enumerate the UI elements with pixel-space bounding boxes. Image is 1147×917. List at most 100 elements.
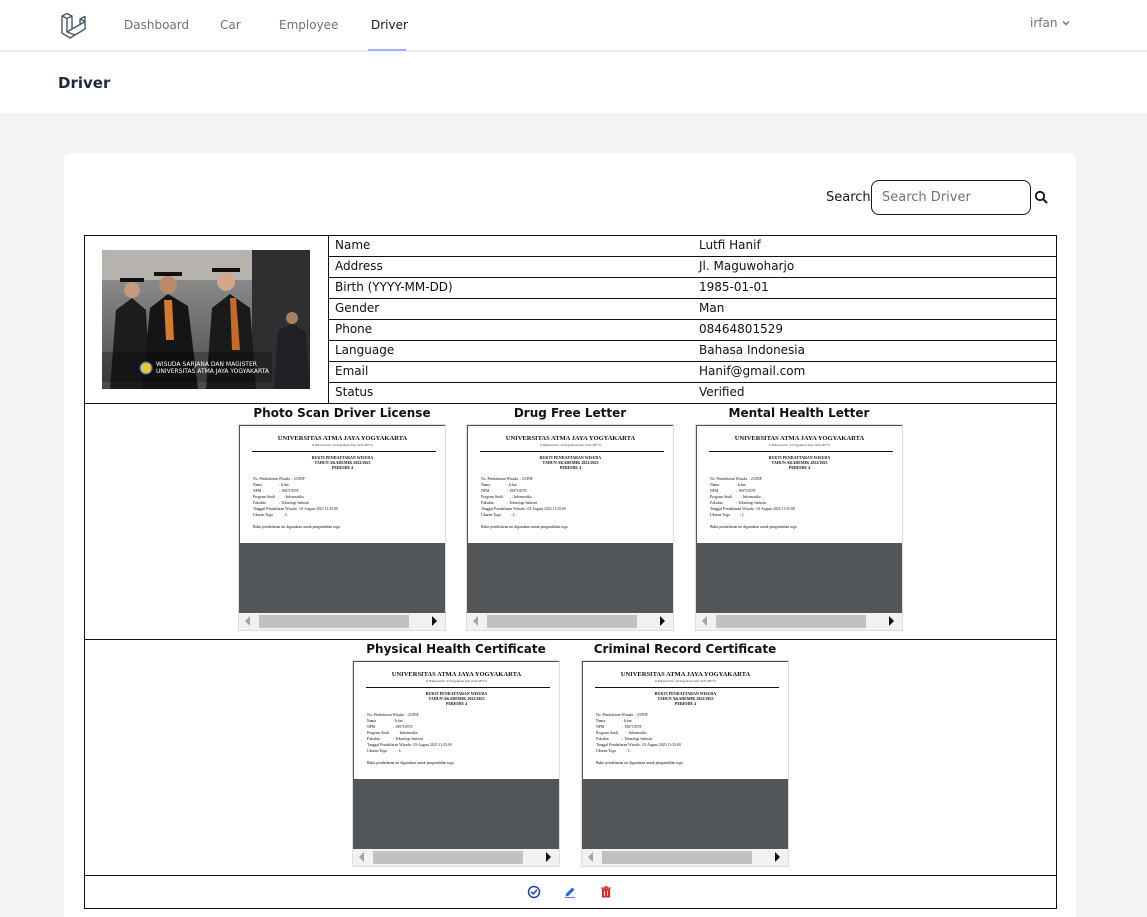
info-value: Lutfi Hanif xyxy=(699,238,761,252)
pdf-body: No. Pendaftaran Wisuda : 23/INF Nama : I… xyxy=(710,477,797,529)
scroll-left-icon[interactable] xyxy=(588,852,593,862)
info-key: Phone xyxy=(335,322,373,336)
info-row-phone: Phone 08464801529 xyxy=(328,319,1057,340)
scroll-left-icon[interactable] xyxy=(245,616,250,626)
doc-title-driver-license: Photo Scan Driver License xyxy=(253,406,431,420)
info-key: Status xyxy=(335,385,374,399)
pdf-title: BUKTI PENDAFTARAN WISUDA TAHUN AKADEMIK … xyxy=(425,691,488,706)
search-input[interactable] xyxy=(871,180,1031,215)
pdf-rule xyxy=(709,451,893,452)
pdf-subheading: Jl. Babarsari No. 44 Yogyakarta Telp. 02… xyxy=(654,679,717,683)
doc-title-drug-free: Drug Free Letter xyxy=(513,406,627,420)
info-value: Verified xyxy=(699,385,745,399)
pdf-rule xyxy=(366,687,550,688)
pdf-subheading: Jl. Babarsari No. 44 Yogyakarta Telp. 02… xyxy=(768,443,831,447)
doc-title-physical-health: Physical Health Certificate xyxy=(366,642,546,656)
pdf-rule xyxy=(480,451,664,452)
nav-link-driver[interactable]: Driver xyxy=(371,18,408,32)
pencil-icon[interactable] xyxy=(563,885,577,899)
info-value: Jl. Maguwoharjo xyxy=(699,259,795,273)
info-key: Email xyxy=(335,364,369,378)
pdf-viewer-mental-health[interactable]: UNIVERSITAS ATMA JAYA YOGYAKARTA Jl. Bab… xyxy=(695,424,903,631)
scroll-right-icon[interactable] xyxy=(546,852,551,862)
scroll-thumb[interactable] xyxy=(373,851,523,864)
scroll-thumb[interactable] xyxy=(602,851,752,864)
pdf-rule xyxy=(595,687,779,688)
info-value: Man xyxy=(699,301,725,315)
scroll-right-icon[interactable] xyxy=(889,616,894,626)
scroll-thumb[interactable] xyxy=(259,615,409,628)
info-row-name: Name Lutfi Hanif xyxy=(328,235,1057,256)
pdf-title: BUKTI PENDAFTARAN WISUDA TAHUN AKADEMIK … xyxy=(654,691,717,706)
pdf-page: UNIVERSITAS ATMA JAYA YOGYAKARTA Jl. Bab… xyxy=(697,426,902,543)
pdf-viewer-physical-health[interactable]: UNIVERSITAS ATMA JAYA YOGYAKARTA Jl. Bab… xyxy=(352,660,560,867)
info-key: Name xyxy=(335,238,371,252)
doc-title-criminal-record: Criminal Record Certificate xyxy=(593,642,777,656)
scroll-right-icon[interactable] xyxy=(432,616,437,626)
info-key: Address xyxy=(335,259,383,273)
scroll-left-icon[interactable] xyxy=(359,852,364,862)
horizontal-scrollbar[interactable] xyxy=(467,613,673,630)
pdf-viewer-drug-free[interactable]: UNIVERSITAS ATMA JAYA YOGYAKARTA Jl. Bab… xyxy=(466,424,674,631)
scroll-thumb[interactable] xyxy=(716,615,866,628)
info-row-address: Address Jl. Maguwoharjo xyxy=(328,256,1057,277)
info-row-gender: Gender Man xyxy=(328,298,1057,319)
scroll-thumb[interactable] xyxy=(487,615,637,628)
logo-icon[interactable] xyxy=(60,12,88,40)
pdf-page: UNIVERSITAS ATMA JAYA YOGYAKARTA Jl. Bab… xyxy=(240,426,445,543)
scroll-right-icon[interactable] xyxy=(775,852,780,862)
trash-icon[interactable] xyxy=(599,885,613,899)
action-bar xyxy=(84,876,1057,908)
horizontal-scrollbar[interactable] xyxy=(696,613,902,630)
pdf-body: No. Pendaftaran Wisuda : 23/INF Nama : I… xyxy=(253,477,340,529)
info-key: Birth (YYYY-MM-DD) xyxy=(335,280,453,294)
scroll-left-icon[interactable] xyxy=(473,616,478,626)
info-key: Language xyxy=(335,343,395,357)
pdf-body: No. Pendaftaran Wisuda : 23/INF Nama : I… xyxy=(596,713,683,765)
row-divider xyxy=(84,403,1057,404)
info-value: Hanif@gmail.com xyxy=(699,364,806,378)
horizontal-scrollbar[interactable] xyxy=(239,613,445,630)
pdf-heading: UNIVERSITAS ATMA JAYA YOGYAKARTA xyxy=(391,671,522,678)
nav-link-dashboard[interactable]: Dashboard xyxy=(124,18,189,32)
pdf-body: No. Pendaftaran Wisuda : 23/INF Nama : I… xyxy=(367,713,454,765)
scroll-left-icon[interactable] xyxy=(702,616,707,626)
user-name: irfan xyxy=(1030,16,1058,30)
nav-link-employee[interactable]: Employee xyxy=(279,18,338,32)
search-icon[interactable] xyxy=(1034,190,1048,204)
check-circle-icon[interactable] xyxy=(527,885,541,899)
page-title: Driver xyxy=(58,74,111,92)
pdf-subheading: Jl. Babarsari No. 44 Yogyakarta Telp. 02… xyxy=(425,679,488,683)
horizontal-scrollbar[interactable] xyxy=(353,849,559,866)
active-nav-indicator xyxy=(368,49,406,51)
nav-link-car[interactable]: Car xyxy=(220,18,241,32)
pdf-body: No. Pendaftaran Wisuda : 23/INF Nama : I… xyxy=(481,477,568,529)
scroll-right-icon[interactable] xyxy=(660,616,665,626)
info-row-language: Language Bahasa Indonesia xyxy=(328,340,1057,361)
top-navigation: Dashboard Car Employee Driver irfan xyxy=(0,0,1147,51)
driver-photo: WISUDA SARJANA DAN MAGISTER UNIVERSITAS … xyxy=(102,250,310,389)
pdf-title: BUKTI PENDAFTARAN WISUDA TAHUN AKADEMIK … xyxy=(768,455,831,470)
pdf-rule xyxy=(252,451,436,452)
pdf-heading: UNIVERSITAS ATMA JAYA YOGYAKARTA xyxy=(620,671,751,678)
pdf-page: UNIVERSITAS ATMA JAYA YOGYAKARTA Jl. Bab… xyxy=(468,426,673,543)
user-menu[interactable]: irfan xyxy=(1030,16,1071,30)
info-row-birth: Birth (YYYY-MM-DD) 1985-01-01 xyxy=(328,277,1057,298)
search-label: Search xyxy=(826,190,871,205)
svg-text:UNIVERSITAS ATMA JAYA YOGYAKAR: UNIVERSITAS ATMA JAYA YOGYAKARTA xyxy=(156,368,270,375)
pdf-heading: UNIVERSITAS ATMA JAYA YOGYAKARTA xyxy=(734,435,865,442)
pdf-subheading: Jl. Babarsari No. 44 Yogyakarta Telp. 02… xyxy=(539,443,602,447)
pdf-title: BUKTI PENDAFTARAN WISUDA TAHUN AKADEMIK … xyxy=(311,455,374,470)
pdf-viewer-driver-license[interactable]: UNIVERSITAS ATMA JAYA YOGYAKARTA Jl. Bab… xyxy=(238,424,446,631)
info-value: 1985-01-01 xyxy=(699,280,769,294)
pdf-page: UNIVERSITAS ATMA JAYA YOGYAKARTA Jl. Bab… xyxy=(354,662,559,779)
horizontal-scrollbar[interactable] xyxy=(582,849,788,866)
chevron-down-icon xyxy=(1062,21,1070,26)
pdf-title: BUKTI PENDAFTARAN WISUDA TAHUN AKADEMIK … xyxy=(539,455,602,470)
pdf-page: UNIVERSITAS ATMA JAYA YOGYAKARTA Jl. Bab… xyxy=(583,662,788,779)
pdf-viewer-criminal-record[interactable]: UNIVERSITAS ATMA JAYA YOGYAKARTA Jl. Bab… xyxy=(581,660,789,867)
info-row-email: Email Hanif@gmail.com xyxy=(328,361,1057,382)
info-value: 08464801529 xyxy=(699,322,783,336)
doc-title-mental-health: Mental Health Letter xyxy=(728,406,870,420)
info-key: Gender xyxy=(335,301,380,315)
